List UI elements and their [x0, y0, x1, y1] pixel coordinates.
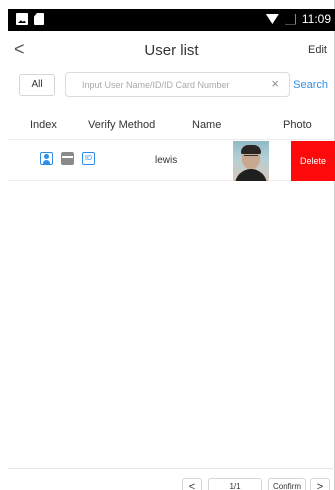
clear-icon[interactable]: ×	[271, 77, 279, 91]
card-icon	[61, 152, 74, 165]
edit-button[interactable]: Edit	[308, 44, 327, 56]
no-signal-icon	[284, 13, 296, 25]
all-filter-button[interactable]: All	[19, 74, 55, 96]
page-indicator[interactable]: 1/1	[208, 478, 262, 490]
id-icon: ID	[82, 152, 95, 165]
screen: 11:09 < User list Edit All × Search Inde…	[0, 0, 335, 490]
pagination: < 1/1 Confirm >	[8, 478, 335, 490]
left-margin	[0, 0, 8, 490]
top-nav: < User list Edit	[8, 31, 335, 71]
search-button[interactable]: Search	[293, 79, 328, 91]
verify-method-icons: ID	[40, 152, 95, 165]
table-row[interactable]: ID lewis Delete	[8, 141, 335, 181]
next-page-button[interactable]: >	[310, 478, 330, 490]
confirm-button[interactable]: Confirm	[268, 478, 306, 490]
footer-divider	[8, 468, 335, 469]
table-header: Index Verify Method Name Photo	[8, 110, 335, 140]
search-row: All × Search	[8, 71, 335, 101]
status-time: 11:09	[301, 12, 331, 26]
search-input[interactable]	[82, 76, 262, 94]
face-icon	[40, 152, 53, 165]
prev-page-button[interactable]: <	[182, 478, 202, 490]
page-title: User list	[144, 42, 199, 59]
search-box: ×	[65, 72, 290, 97]
column-header-photo: Photo	[283, 119, 312, 131]
column-header-name: Name	[192, 119, 222, 131]
user-photo	[233, 141, 269, 181]
picture-icon	[16, 13, 28, 25]
column-header-verify-method: Verify Method	[88, 119, 156, 131]
sd-card-icon	[34, 13, 44, 25]
status-bar: 11:09	[8, 9, 335, 31]
user-name: lewis	[155, 155, 178, 166]
column-header-index: Index	[30, 119, 57, 131]
wifi-icon	[265, 14, 279, 24]
delete-button[interactable]: Delete	[291, 141, 335, 181]
